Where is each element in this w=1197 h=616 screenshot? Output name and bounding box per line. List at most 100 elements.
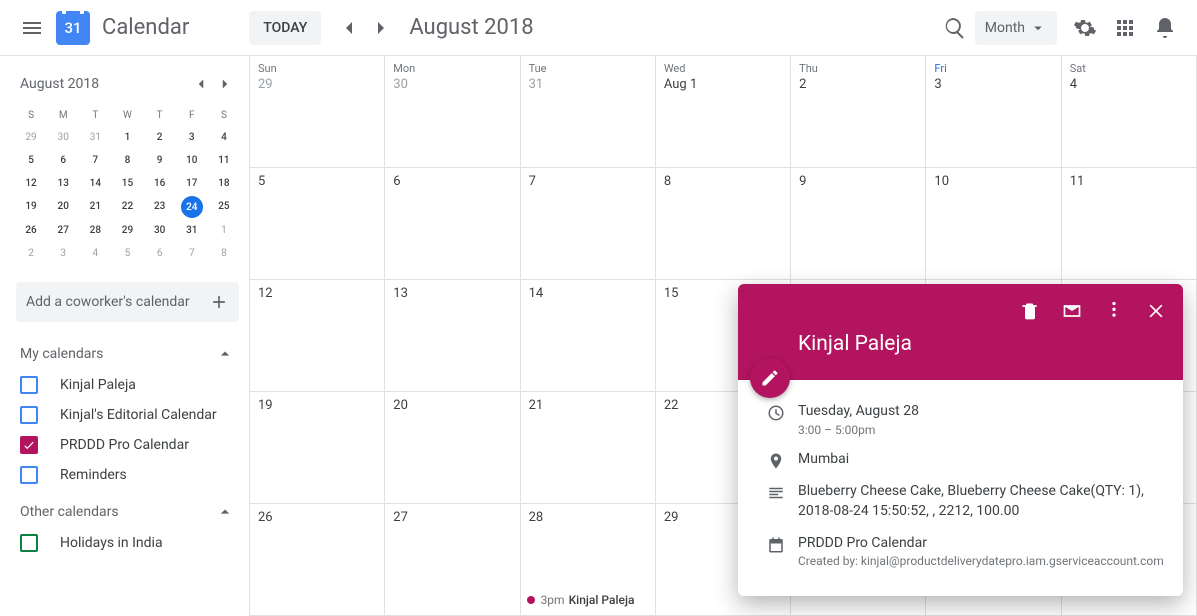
- mini-day[interactable]: 14: [80, 173, 110, 194]
- mini-day[interactable]: 8: [209, 243, 239, 264]
- mini-day[interactable]: 18: [209, 173, 239, 194]
- view-selector[interactable]: Month: [975, 11, 1057, 45]
- mini-day[interactable]: 21: [80, 196, 110, 218]
- mini-day[interactable]: 29: [112, 220, 142, 241]
- close-icon[interactable]: [1139, 294, 1173, 328]
- mini-day[interactable]: 29: [16, 127, 46, 148]
- mini-day[interactable]: 6: [145, 243, 175, 264]
- mini-prev-icon[interactable]: [189, 72, 213, 96]
- grid-cell[interactable]: 27: [385, 504, 520, 616]
- mini-day[interactable]: 31: [80, 127, 110, 148]
- mini-day[interactable]: 23: [145, 196, 175, 218]
- calendar-checkbox[interactable]: [20, 376, 38, 394]
- mini-day[interactable]: 30: [48, 127, 78, 148]
- mini-day[interactable]: 15: [112, 173, 142, 194]
- notifications-icon[interactable]: [1145, 8, 1185, 48]
- mini-day[interactable]: 26: [16, 220, 46, 241]
- delete-icon[interactable]: [1013, 294, 1047, 328]
- mini-day[interactable]: 22: [112, 196, 142, 218]
- grid-cell[interactable]: 283pmKinjal Paleja: [521, 504, 656, 616]
- mini-day[interactable]: 1: [112, 127, 142, 148]
- mini-day[interactable]: 10: [177, 150, 207, 171]
- mini-day[interactable]: 25: [209, 196, 239, 218]
- my-calendars-header[interactable]: My calendars: [10, 332, 245, 370]
- calendar-checkbox[interactable]: [20, 466, 38, 484]
- calendar-item[interactable]: Kinjal Paleja: [10, 370, 245, 400]
- calendar-item[interactable]: Kinjal's Editorial Calendar: [10, 400, 245, 430]
- calendar-item[interactable]: Reminders: [10, 460, 245, 490]
- grid-daynum: 5: [258, 174, 376, 189]
- mini-day[interactable]: 2: [16, 243, 46, 264]
- grid-cell[interactable]: 5: [250, 168, 385, 280]
- other-calendars-header[interactable]: Other calendars: [10, 490, 245, 528]
- mini-calendar[interactable]: SMTWTFS293031123456789101112131415161718…: [10, 106, 245, 264]
- logo[interactable]: 31 Calendar: [56, 11, 189, 45]
- mini-day[interactable]: 2: [145, 127, 175, 148]
- edit-button[interactable]: [750, 358, 790, 398]
- event-chip[interactable]: 3pmKinjal Paleja: [527, 593, 635, 607]
- mini-next-icon[interactable]: [213, 72, 237, 96]
- mini-day[interactable]: 16: [145, 173, 175, 194]
- mini-day[interactable]: 7: [177, 243, 207, 264]
- settings-icon[interactable]: [1065, 8, 1105, 48]
- mini-day[interactable]: 3: [177, 127, 207, 148]
- next-month-icon[interactable]: [365, 12, 397, 44]
- grid-cell[interactable]: 21: [521, 392, 656, 504]
- grid-cell[interactable]: 8: [656, 168, 791, 280]
- mini-day[interactable]: 3: [48, 243, 78, 264]
- mini-day[interactable]: 31: [177, 220, 207, 241]
- calendar-item[interactable]: PRDDD Pro Calendar: [10, 430, 245, 460]
- mini-day[interactable]: 1: [209, 220, 239, 241]
- grid-cell[interactable]: 7: [521, 168, 656, 280]
- grid-cell[interactable]: 19: [250, 392, 385, 504]
- today-button[interactable]: TODAY: [249, 11, 321, 45]
- calendar-item[interactable]: Holidays in India: [10, 528, 245, 558]
- grid-cell[interactable]: Mon30: [385, 56, 520, 168]
- menu-icon[interactable]: [12, 8, 52, 48]
- mini-day[interactable]: 4: [209, 127, 239, 148]
- mini-day[interactable]: 30: [145, 220, 175, 241]
- grid-cell[interactable]: 14: [521, 280, 656, 392]
- mini-day[interactable]: 17: [177, 173, 207, 194]
- grid-cell[interactable]: Thu2: [791, 56, 926, 168]
- grid-cell[interactable]: 12: [250, 280, 385, 392]
- mini-day[interactable]: 19: [16, 196, 46, 218]
- calendar-checkbox[interactable]: [20, 534, 38, 552]
- grid-cell[interactable]: 13: [385, 280, 520, 392]
- mini-day[interactable]: 7: [80, 150, 110, 171]
- grid-cell[interactable]: 6: [385, 168, 520, 280]
- grid-cell[interactable]: 9: [791, 168, 926, 280]
- grid-cell[interactable]: 10: [926, 168, 1061, 280]
- prev-month-icon[interactable]: [333, 12, 365, 44]
- grid-cell[interactable]: Sun29: [250, 56, 385, 168]
- mini-day[interactable]: 13: [48, 173, 78, 194]
- mini-day[interactable]: 6: [48, 150, 78, 171]
- grid-cell[interactable]: Sat4: [1062, 56, 1197, 168]
- mini-day[interactable]: 9: [145, 150, 175, 171]
- email-icon[interactable]: [1055, 294, 1089, 328]
- grid-cell[interactable]: WedAug 1: [656, 56, 791, 168]
- mini-day[interactable]: 24: [181, 196, 203, 218]
- add-coworker-calendar[interactable]: Add a coworker's calendar: [16, 282, 239, 322]
- mini-day[interactable]: 11: [209, 150, 239, 171]
- mini-day[interactable]: 20: [48, 196, 78, 218]
- apps-icon[interactable]: [1105, 8, 1145, 48]
- grid-cell[interactable]: Fri3: [926, 56, 1061, 168]
- grid-cell[interactable]: 26: [250, 504, 385, 616]
- mini-day[interactable]: 8: [112, 150, 142, 171]
- mini-day[interactable]: 5: [112, 243, 142, 264]
- grid-cell[interactable]: 11: [1062, 168, 1197, 280]
- mini-day[interactable]: 5: [16, 150, 46, 171]
- search-icon[interactable]: [935, 8, 975, 48]
- grid-cell[interactable]: 20: [385, 392, 520, 504]
- mini-day[interactable]: 27: [48, 220, 78, 241]
- mini-day[interactable]: 12: [16, 173, 46, 194]
- event-description: Blueberry Cheese Cake, Blueberry Cheese …: [798, 482, 1167, 521]
- grid-cell[interactable]: Tue31: [521, 56, 656, 168]
- calendar-checkbox[interactable]: [20, 436, 38, 454]
- grid-daynum: 7: [529, 174, 647, 189]
- mini-day[interactable]: 28: [80, 220, 110, 241]
- more-icon[interactable]: [1097, 294, 1131, 328]
- calendar-checkbox[interactable]: [20, 406, 38, 424]
- mini-day[interactable]: 4: [80, 243, 110, 264]
